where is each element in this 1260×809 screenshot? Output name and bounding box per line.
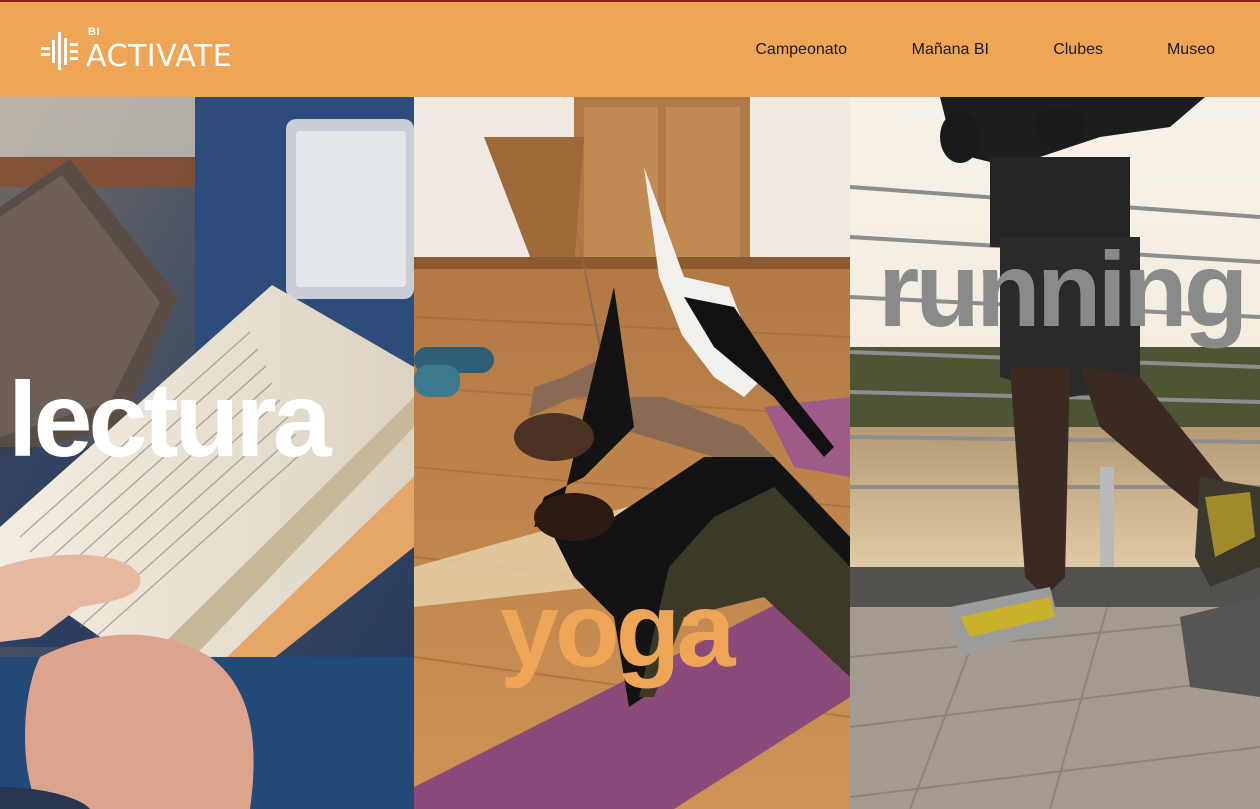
bi-activate-logo[interactable]: BI ACTIVATE: [40, 26, 233, 74]
logo-name-text: ACTIVATE: [86, 39, 233, 74]
nav-link-manana-bi[interactable]: Mañana BI: [912, 41, 989, 59]
nav-link-clubes[interactable]: Clubes: [1053, 41, 1103, 59]
running-waterfront-photo: [850, 97, 1260, 809]
panel-running[interactable]: running: [850, 97, 1260, 809]
site-header: BI ACTIVATE Campeonato Mañana BI Clubes …: [0, 2, 1260, 97]
sound-wave-logo-icon: [41, 32, 78, 70]
panel-word-yoga: yoga: [500, 571, 735, 689]
panel-yoga[interactable]: yoga: [414, 97, 850, 809]
panel-lectura[interactable]: lectura: [0, 97, 414, 809]
panel-word-running: running: [878, 231, 1248, 349]
nav-link-campeonato[interactable]: Campeonato: [755, 41, 847, 59]
logo-wordmark: BI ACTIVATE: [86, 26, 233, 74]
logo-small-text: BI: [88, 26, 100, 38]
yoga-class-photo: [414, 97, 850, 809]
panel-word-lectura: lectura: [8, 361, 332, 479]
nav-link-museo[interactable]: Museo: [1167, 41, 1215, 59]
